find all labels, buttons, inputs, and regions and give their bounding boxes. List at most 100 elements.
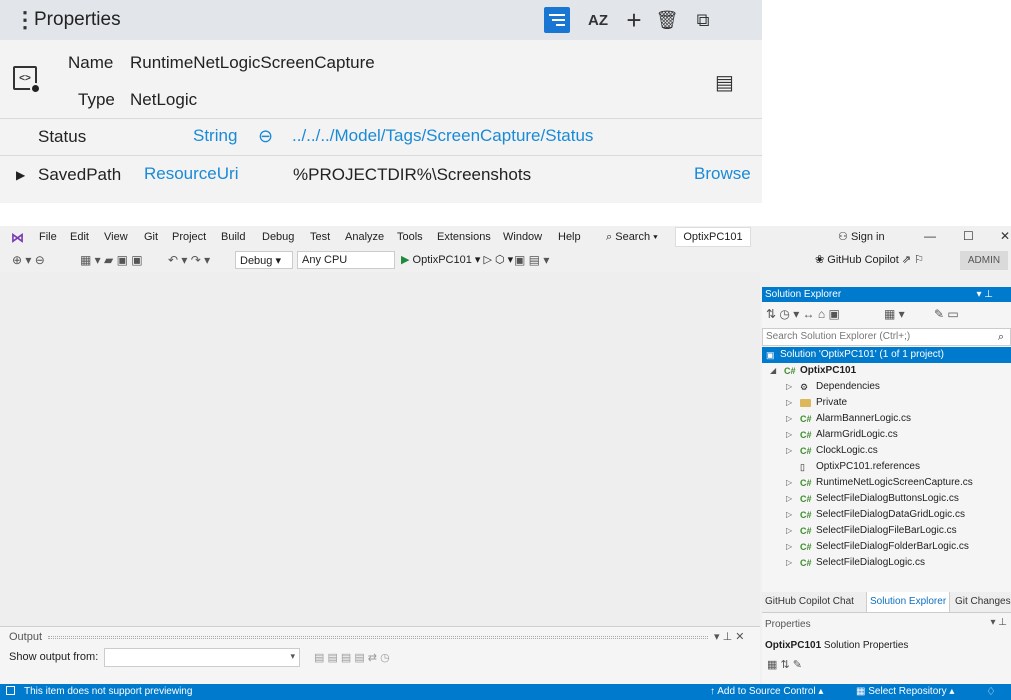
minimize-button[interactable]: — bbox=[924, 229, 936, 243]
expand-arrow-icon[interactable]: ▷ bbox=[786, 379, 792, 395]
menu-test[interactable]: Test bbox=[310, 231, 330, 243]
menu-help[interactable]: Help bbox=[558, 231, 581, 243]
output-source-select[interactable]: ▾ bbox=[104, 648, 300, 667]
filter-button[interactable] bbox=[544, 7, 570, 33]
solution-title-badge: OptixPC101 bbox=[675, 227, 751, 247]
collapse-arrow-icon[interactable]: ◢ bbox=[770, 363, 776, 379]
kebab-menu-icon[interactable]: ⋮ bbox=[14, 7, 36, 33]
csharp-file-icon: C# bbox=[800, 510, 812, 520]
tree-solution-row[interactable]: ▣ Solution 'OptixPC101' (1 of 1 project) bbox=[762, 347, 1011, 363]
tree-item[interactable]: ▷ C# AlarmGridLogic.cs bbox=[762, 427, 1011, 443]
edit-code-icon[interactable]: ▤ bbox=[715, 70, 734, 95]
csharp-file-icon: C# bbox=[800, 446, 812, 456]
expand-arrow-icon[interactable]: ▷ bbox=[786, 427, 792, 443]
output-grip bbox=[48, 636, 708, 639]
tree-item[interactable]: ▷ Private bbox=[762, 395, 1011, 411]
menu-window[interactable]: Window bbox=[503, 231, 542, 243]
sort-az-button[interactable]: AZ bbox=[585, 7, 611, 33]
menu-project[interactable]: Project bbox=[172, 231, 206, 243]
tree-item[interactable]: ▷ C# SelectFileDialogDataGridLogic.cs bbox=[762, 507, 1011, 523]
status-dynamic-link[interactable]: ../../../Model/Tags/ScreenCapture/Status bbox=[292, 126, 593, 146]
menu-extensions[interactable]: Extensions bbox=[437, 231, 491, 243]
expand-arrow-icon[interactable]: ▶ bbox=[16, 168, 25, 182]
play-icon: ▶ bbox=[401, 254, 410, 266]
status-label: Status bbox=[38, 127, 87, 146]
expand-arrow-icon[interactable]: ▷ bbox=[786, 475, 792, 491]
tree-item[interactable]: ▷ C# RuntimeNetLogicScreenCapture.cs bbox=[762, 475, 1011, 491]
toolbar-extra-icon[interactable]: ▣ ▤ ▾ bbox=[514, 253, 549, 267]
tree-item[interactable]: ▷ C# SelectFileDialogLogic.cs bbox=[762, 555, 1011, 571]
name-value[interactable]: RuntimeNetLogicScreenCapture bbox=[130, 53, 375, 73]
tree-item[interactable]: ▷ C# SelectFileDialogFileBarLogic.cs bbox=[762, 523, 1011, 539]
output-tools-icon[interactable]: ▤ ▤ ▤ ▤ ⇄ ◷ bbox=[314, 651, 390, 664]
status-type[interactable]: String bbox=[193, 126, 237, 146]
maximize-button[interactable]: ☐ bbox=[963, 229, 974, 243]
undo-icon[interactable]: ↶ ▾ ↷ ▾ bbox=[168, 253, 210, 267]
dependencies-icon: ⚙ bbox=[800, 382, 809, 392]
menu-git[interactable]: Git bbox=[144, 231, 158, 243]
tab-solution-explorer[interactable]: Solution Explorer bbox=[866, 592, 951, 612]
github-copilot-button[interactable]: ❀ GitHub Copilot ⇗ ⚐ bbox=[815, 253, 924, 266]
menu-view[interactable]: View bbox=[104, 231, 128, 243]
expand-arrow-icon[interactable]: ▷ bbox=[786, 443, 792, 459]
vs-properties-object[interactable]: OptixPC101 Solution Properties bbox=[765, 640, 908, 651]
tree-project-row[interactable]: ◢ C# OptixPC101 bbox=[762, 363, 1011, 379]
add-button[interactable]: + bbox=[621, 5, 647, 35]
delete-button[interactable]: 🗑 bbox=[654, 7, 680, 33]
filter-icon[interactable]: ▦ ▾ bbox=[884, 307, 905, 321]
add-to-source-control-button[interactable]: ↑ Add to Source Control ▴ bbox=[710, 686, 823, 697]
tree-item[interactable]: ▷ C# ClockLogic.cs bbox=[762, 443, 1011, 459]
menu-build[interactable]: Build bbox=[221, 231, 245, 243]
expand-arrow-icon[interactable]: ▷ bbox=[786, 491, 792, 507]
configuration-select[interactable]: Debug ▾ bbox=[235, 251, 293, 269]
properties-categorized-icon[interactable]: ▦ ⇅ ✎ bbox=[767, 658, 802, 671]
menu-analyze[interactable]: Analyze bbox=[345, 231, 384, 243]
expand-arrow-icon[interactable]: ▷ bbox=[786, 539, 792, 555]
tab-github-copilot-chat[interactable]: GitHub Copilot Chat bbox=[765, 596, 854, 607]
run-button[interactable]: ▶ OptixPC101 ▾ ▷ ⬡ ▾ bbox=[401, 253, 513, 266]
wrench-icon[interactable]: ✎ ▭ bbox=[934, 307, 959, 321]
browse-button[interactable]: Browse bbox=[694, 164, 751, 184]
menu-tools[interactable]: Tools bbox=[397, 231, 423, 243]
expand-arrow-icon[interactable]: ▷ bbox=[786, 395, 792, 411]
pin-icon[interactable]: ▾ ⊥ bbox=[990, 617, 1007, 628]
sync-icon[interactable]: ⇅ ◷ ▾ ↔ ⌂ ▣ bbox=[766, 307, 840, 321]
expand-arrow-icon[interactable]: ▷ bbox=[786, 507, 792, 523]
tree-item[interactable]: ▷ C# AlarmBannerLogic.cs bbox=[762, 411, 1011, 427]
optix-properties-panel: ⋮ Properties AZ + 🗑 ⧉ <> Name RuntimeNet… bbox=[0, 0, 762, 203]
link-icon[interactable]: ⊖ bbox=[258, 126, 273, 147]
pin-icon[interactable]: ▾ ⊥ bbox=[976, 287, 993, 302]
popout-button[interactable]: ⧉ bbox=[690, 7, 716, 33]
chevron-down-icon: ▾ bbox=[290, 651, 295, 661]
savedpath-type[interactable]: ResourceUri bbox=[144, 164, 238, 184]
tab-git-changes[interactable]: Git Changes bbox=[955, 596, 1011, 607]
back-icon[interactable]: ⊕ ▾ ⊖ bbox=[12, 253, 45, 267]
search-menu[interactable]: ⌕ Search ▾ bbox=[606, 231, 658, 244]
notification-bell-icon[interactable]: ♢ bbox=[986, 685, 996, 698]
expand-arrow-icon[interactable]: ▷ bbox=[786, 411, 792, 427]
copilot-icon: ❀ bbox=[815, 254, 825, 266]
trash-icon: 🗑 bbox=[655, 9, 679, 30]
tree-item[interactable]: ▷ C# SelectFileDialogButtonsLogic.cs bbox=[762, 491, 1011, 507]
tree-item[interactable]: ▯ OptixPC101.references bbox=[762, 459, 1011, 475]
expand-arrow-icon[interactable]: ▷ bbox=[786, 555, 792, 571]
type-value: NetLogic bbox=[130, 90, 198, 109]
close-button[interactable]: ✕ bbox=[1000, 229, 1010, 243]
new-project-icon[interactable]: ▦ ▾ ▰ ▣ ▣ bbox=[80, 253, 143, 267]
select-repository-button[interactable]: ▦ Select Repository ▴ bbox=[856, 686, 954, 697]
tree-item[interactable]: ▷ ⚙ Dependencies bbox=[762, 379, 1011, 395]
filter-lines-icon bbox=[549, 14, 565, 26]
platform-select[interactable]: Any CPU bbox=[297, 251, 395, 269]
pin-icon[interactable]: ▾ ⊥ ✕ bbox=[714, 630, 744, 643]
sign-in-button[interactable]: ⚇ Sign in bbox=[838, 230, 885, 243]
menu-debug[interactable]: Debug bbox=[262, 231, 294, 243]
tree-item[interactable]: ▷ C# SelectFileDialogFolderBarLogic.cs bbox=[762, 539, 1011, 555]
savedpath-value[interactable]: %PROJECTDIR%\Screenshots bbox=[293, 165, 531, 185]
menu-file[interactable]: File bbox=[39, 231, 57, 243]
menu-edit[interactable]: Edit bbox=[70, 231, 89, 243]
popout-icon: ⧉ bbox=[696, 9, 710, 30]
vs-properties-title: Properties bbox=[765, 619, 811, 630]
expand-arrow-icon[interactable]: ▷ bbox=[786, 523, 792, 539]
solution-explorer-search-input[interactable]: Search Solution Explorer (Ctrl+;) ⌕ bbox=[762, 328, 1011, 346]
tree-item-label: SelectFileDialogLogic.cs bbox=[816, 557, 925, 568]
